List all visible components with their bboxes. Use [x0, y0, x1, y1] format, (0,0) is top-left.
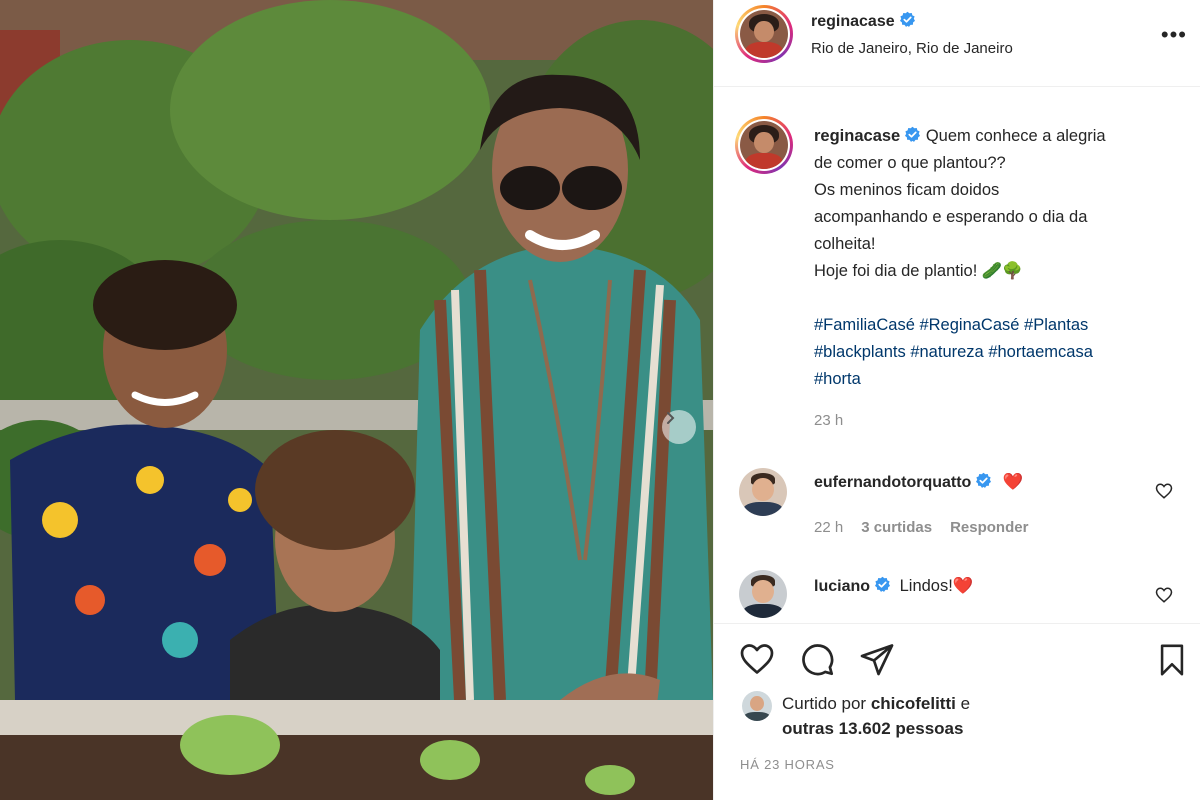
liker-avatar[interactable]	[742, 691, 772, 721]
hashtag-link[interactable]: #ReginaCasé	[919, 316, 1019, 334]
verified-badge-icon	[899, 11, 915, 27]
verified-badge-icon	[875, 576, 891, 592]
hashtag-link[interactable]: #blackplants	[814, 343, 906, 361]
author-avatar[interactable]	[735, 5, 793, 63]
hashtag-link[interactable]: #Plantas	[1024, 316, 1088, 334]
verified-badge-icon	[905, 126, 921, 142]
post-side-panel: reginacase Rio de Janeiro, Rio de Janeir…	[713, 0, 1200, 800]
caption-line: acompanhando e esperando o dia da	[814, 208, 1088, 226]
likes-prefix: Curtido por	[782, 694, 867, 713]
verified-badge-icon	[976, 472, 992, 488]
commenter-avatar[interactable]	[739, 468, 787, 516]
commenter-avatar[interactable]	[739, 570, 787, 618]
comment-text-row: luciano Lindos!❤️	[814, 576, 973, 596]
caption-line: Hoje foi dia de plantio! 🥒🌳	[814, 262, 1023, 280]
reply-button[interactable]: Responder	[950, 519, 1028, 536]
comment-likes-count[interactable]: 3 curtidas	[861, 519, 932, 536]
caption-line: de comer o que plantou??	[814, 154, 1006, 172]
author-username[interactable]: reginacase	[811, 13, 895, 30]
others-likes-link[interactable]: outras 13.602 pessoas	[782, 719, 963, 738]
caption-line: colheita!	[814, 235, 876, 253]
comment-time[interactable]: 22 h	[814, 519, 843, 536]
comment-like-heart-icon[interactable]	[1155, 482, 1173, 500]
caption-username[interactable]: reginacase	[814, 127, 900, 145]
comment-like-heart-icon[interactable]	[1155, 586, 1173, 604]
likes-summary: Curtido por chicofelitti e outras 13.602…	[782, 691, 1162, 741]
caption-time[interactable]: 23 h	[814, 412, 843, 429]
comment-text: ❤️	[1002, 473, 1024, 491]
more-options-icon[interactable]: •••	[1161, 22, 1187, 48]
hashtag-link[interactable]: #horta	[814, 370, 861, 388]
caption-avatar[interactable]	[735, 116, 793, 174]
bookmark-icon[interactable]	[1155, 641, 1189, 679]
comment-meta: 22 h 3 curtidas Responder	[814, 519, 1028, 536]
posted-ago[interactable]: HÁ 23 HORAS	[740, 757, 835, 772]
next-photo-button[interactable]	[662, 410, 696, 444]
caption-line: Os meninos ficam doidos	[814, 181, 1000, 199]
hashtag-link[interactable]: #FamiliaCasé	[814, 316, 915, 334]
hashtag-link[interactable]: #hortaemcasa	[988, 343, 1093, 361]
hashtag-link[interactable]: #natureza	[910, 343, 983, 361]
post-photo	[0, 0, 713, 800]
post-header: reginacase Rio de Janeiro, Rio de Janeir…	[714, 0, 1200, 87]
likes-suffix: e	[960, 694, 971, 713]
comment-bubble-icon[interactable]	[798, 641, 836, 677]
photo-illustration	[0, 0, 713, 800]
paper-plane-icon[interactable]	[859, 641, 895, 677]
comment-text: Lindos!❤️	[899, 577, 974, 595]
commenter-username[interactable]: eufernandotorquatto	[814, 474, 971, 491]
post-caption: reginacase Quem conhece a alegria de com…	[814, 123, 1184, 393]
post-location[interactable]: Rio de Janeiro, Rio de Janeiro	[811, 40, 1013, 57]
heart-outline-icon[interactable]	[738, 641, 776, 677]
chevron-right-icon	[667, 412, 675, 424]
hashtag-list: #FamiliaCasé #ReginaCasé #Plantas #black…	[814, 312, 1184, 393]
caption-line: Quem conhece a alegria	[925, 127, 1106, 145]
liker-username[interactable]: chicofelitti	[871, 694, 956, 713]
comment-text-row: eufernandotorquatto ❤️	[814, 472, 1023, 492]
commenter-username[interactable]: luciano	[814, 578, 870, 595]
